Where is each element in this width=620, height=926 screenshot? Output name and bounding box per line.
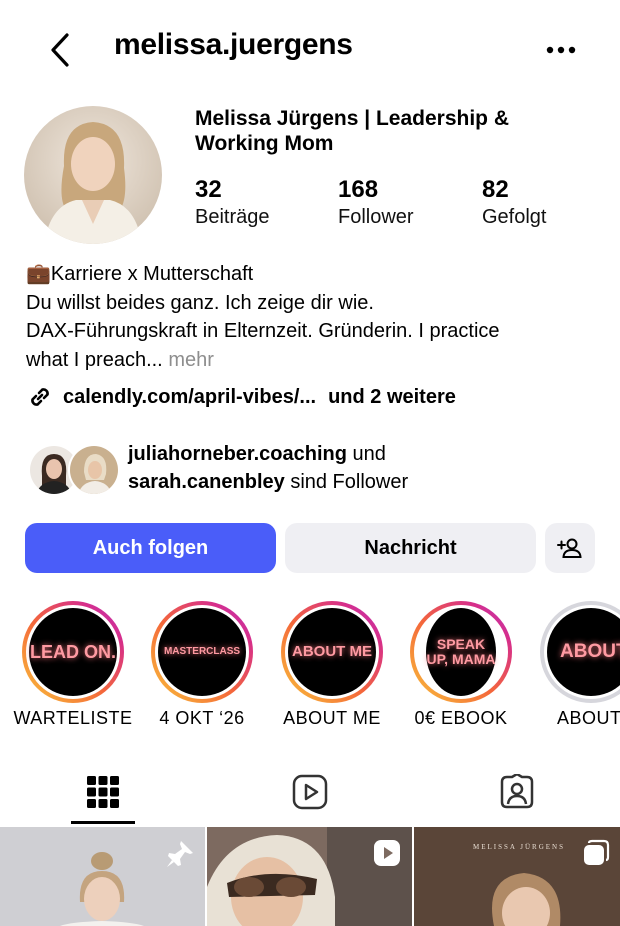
bio-line-4: what I preach... mehr xyxy=(26,348,214,371)
post-tile-1[interactable] xyxy=(0,827,205,926)
follower-avatar-2[interactable] xyxy=(68,444,120,496)
stat-followers[interactable]: 168 Follower xyxy=(338,176,414,230)
stat-posts-label: Beiträge xyxy=(195,206,270,228)
stat-following-label: Gefolgt xyxy=(482,206,547,228)
tab-posts-grid[interactable] xyxy=(38,762,168,822)
highlight-cover-text: ABOUT ME xyxy=(288,608,376,696)
suggest-users-button[interactable] xyxy=(545,523,595,573)
highlight-about-me[interactable]: ABOUT ME xyxy=(281,601,383,703)
stat-following[interactable]: 82 Gefolgt xyxy=(482,176,546,230)
stat-following-count: 82 xyxy=(482,176,509,203)
tab-tagged[interactable] xyxy=(452,762,582,822)
bio-line-2: Du willst beides ganz. Ich zeige dir wie… xyxy=(26,291,374,314)
active-tab-indicator xyxy=(71,821,135,824)
link-url[interactable]: calendly.com/april-vibes/... xyxy=(63,386,316,409)
post-tile-2[interactable] xyxy=(207,827,412,926)
add-user-icon xyxy=(557,538,582,558)
reel-play-icon xyxy=(374,840,400,866)
highlight-cover-text: ABOUT xyxy=(547,608,620,696)
link-icon xyxy=(31,388,49,406)
post-overlay-text: MELISSA JÜRGENS xyxy=(472,843,566,851)
follow-back-button[interactable]: Auch folgen xyxy=(25,523,276,573)
carousel-icon xyxy=(584,839,610,865)
stat-posts[interactable]: 32 Beiträge xyxy=(195,176,270,230)
more-options-button[interactable] xyxy=(536,30,586,70)
profile-display-name: Melissa Jürgens | Leadership & Working M… xyxy=(195,107,509,155)
link-extra[interactable]: und 2 weitere xyxy=(328,386,456,409)
bio-more-link[interactable]: mehr xyxy=(168,349,214,371)
highlight-warteliste[interactable]: LEAD ON. xyxy=(22,601,124,703)
followed-by-user-1[interactable]: juliahorneber.coaching xyxy=(128,443,347,465)
message-button[interactable]: Nachricht xyxy=(285,523,536,573)
stat-followers-label: Follower xyxy=(338,206,414,228)
back-button[interactable] xyxy=(40,30,80,70)
reels-icon xyxy=(292,774,328,810)
pin-icon xyxy=(167,841,193,867)
profile-link[interactable]: calendly.com/april-vibes/... und 2 weite… xyxy=(26,382,456,412)
followed-by-user-2[interactable]: sarah.canenbley xyxy=(128,471,285,493)
highlight-ebook[interactable]: SPEAK UP, MAMA xyxy=(410,601,512,703)
profile-avatar[interactable] xyxy=(24,106,162,244)
highlight-cover-text: MASTERCLASS xyxy=(158,608,246,696)
profile-username: melissa.juergens xyxy=(114,28,353,61)
highlight-cover-text: LEAD ON. xyxy=(29,608,117,696)
highlight-label: 4 OKT ‘26 xyxy=(159,708,245,728)
followed-by-text[interactable]: juliahorneber.coaching und sarah.canenbl… xyxy=(128,440,598,496)
chevron-left-icon xyxy=(51,33,69,67)
stat-posts-count: 32 xyxy=(195,176,222,203)
highlight-masterclass[interactable]: MASTERCLASS xyxy=(151,601,253,703)
post-tile-3[interactable]: MELISSA JÜRGENS xyxy=(414,827,620,926)
highlight-label: ABOUT ME xyxy=(283,708,381,728)
tagged-icon xyxy=(500,774,534,809)
highlight-label: 0€ EBOOK xyxy=(414,708,508,728)
highlight-cover-text: SPEAK UP, MAMA xyxy=(426,608,496,696)
bio-line-1: 💼Karriere x Mutterschaft xyxy=(26,263,254,285)
highlight-label: WARTELISTE xyxy=(13,708,133,728)
briefcase-icon: 💼 xyxy=(26,263,51,285)
profile-bio: 💼Karriere x Mutterschaft Du willst beide… xyxy=(26,260,606,374)
tab-reels[interactable] xyxy=(245,762,375,822)
more-horizontal-icon xyxy=(546,46,576,54)
grid-icon xyxy=(87,776,119,808)
bio-line-3: DAX-Führungskraft in Elternzeit. Gründer… xyxy=(26,320,500,342)
highlight-label: ABOUT xyxy=(557,708,620,728)
stat-followers-count: 168 xyxy=(338,176,379,203)
highlight-about[interactable]: ABOUT xyxy=(540,601,620,703)
